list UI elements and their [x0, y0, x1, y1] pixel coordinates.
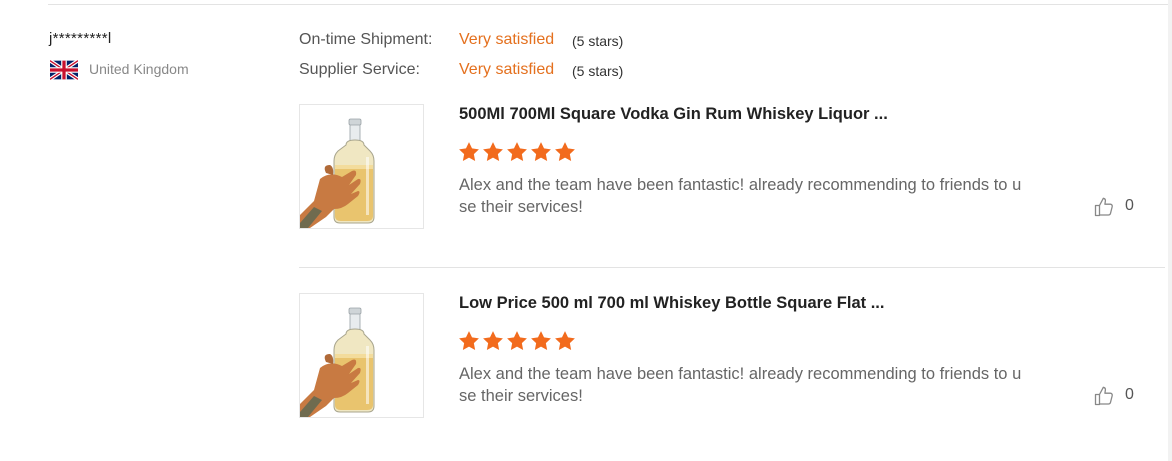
review-text: Alex and the team have been fantastic! a…	[459, 176, 1022, 216]
reviewer-country: United Kingdom	[89, 61, 189, 77]
rating-value: Very satisfied	[459, 61, 555, 78]
like-count: 0	[1125, 197, 1134, 214]
product-thumbnail[interactable]	[299, 104, 424, 229]
top-divider	[48, 4, 1168, 5]
rating-label: On-time Shipment:	[299, 31, 433, 48]
review-item: 500Ml 700Ml Square Vodka Gin Rum Whiskey…	[299, 104, 1165, 230]
review-text: Alex and the team have been fantastic! a…	[459, 365, 1022, 405]
product-thumbnail[interactable]	[299, 293, 424, 418]
star-icon	[506, 330, 528, 352]
rating-label: Supplier Service:	[299, 61, 420, 78]
review-divider	[299, 267, 1165, 268]
thumbs-up-icon	[1092, 384, 1116, 408]
bottle-thumbnail	[300, 294, 423, 417]
star-icon	[554, 141, 576, 163]
product-title-link[interactable]: 500Ml 700Ml Square Vodka Gin Rum Whiskey…	[459, 105, 888, 124]
rating-stars-text: (5 stars)	[572, 63, 624, 79]
reviewer-name: j*********l	[49, 30, 112, 47]
page-edge	[1168, 0, 1172, 461]
review-item: Low Price 500 ml 700 ml Whiskey Bottle S…	[299, 293, 1165, 419]
star-icon	[506, 141, 528, 163]
star-icon	[530, 330, 552, 352]
like-button[interactable]: 0	[1092, 384, 1152, 410]
product-title-link[interactable]: Low Price 500 ml 700 ml Whiskey Bottle S…	[459, 294, 884, 313]
rating-stars-text: (5 stars)	[572, 33, 624, 49]
star-icon	[554, 330, 576, 352]
like-button[interactable]: 0	[1092, 195, 1152, 221]
uk-flag-icon	[50, 60, 78, 80]
star-icon	[458, 141, 480, 163]
star-icon	[482, 330, 504, 352]
thumbs-up-icon	[1092, 195, 1116, 219]
star-icon	[530, 141, 552, 163]
like-count: 0	[1125, 386, 1134, 403]
star-icon	[458, 330, 480, 352]
bottle-thumbnail	[300, 105, 423, 228]
rating-value: Very satisfied	[459, 31, 555, 48]
star-icon	[482, 141, 504, 163]
